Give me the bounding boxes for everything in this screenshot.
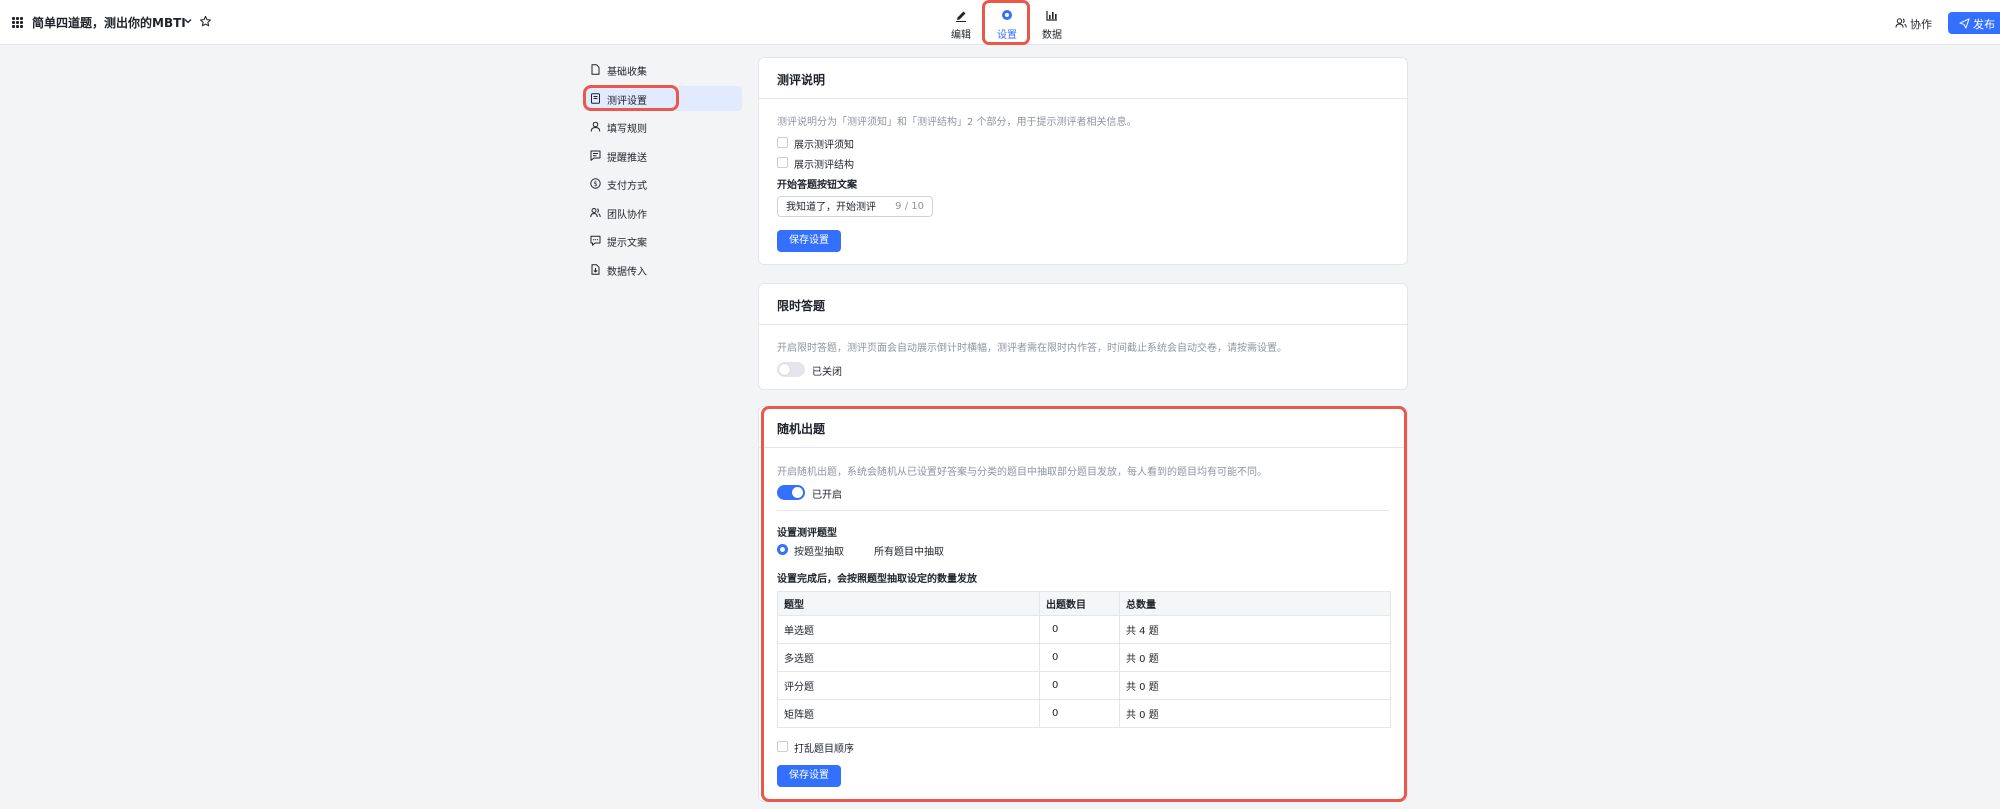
tab-data[interactable]: 数据	[1032, 0, 1072, 45]
save-settings-button[interactable]: 保存设置	[777, 230, 841, 252]
publish-button[interactable]: 发布	[1948, 12, 2000, 34]
sidebar-item-data-import[interactable]: 数据传入	[584, 257, 742, 282]
divider	[759, 324, 1407, 325]
sidebar-item-prompt-text[interactable]: 提示文案	[584, 228, 742, 253]
sidebar-item-fill-rules[interactable]: 填写规则	[584, 114, 742, 139]
checkbox-box[interactable]	[777, 157, 788, 168]
bar-chart-icon	[1046, 11, 1057, 21]
users-icon	[1895, 18, 1907, 28]
card-description: 测评说明分为「测评须知」和「测评结构」2 个部分，用于提示测评者相关信息。	[777, 117, 1137, 128]
sidebar-item-team-collab[interactable]: 团队协作	[584, 200, 742, 225]
sidebar-highlight	[583, 85, 679, 111]
settings-tab-highlight	[982, 0, 1030, 45]
tab-edit-label: 编辑	[951, 30, 971, 41]
random-card-highlight	[761, 406, 1407, 802]
timed-answer-card: 限时答题 开启限时答题，测评页面会自动展示倒计时横幅，测评者需在限时内作答，时间…	[758, 283, 1408, 390]
team-icon	[590, 208, 601, 218]
button-text-input-wrapper[interactable]: 9 / 10	[777, 196, 933, 217]
assessment-intro-card: 测评说明 测评说明分为「测评须知」和「测评结构」2 个部分，用于提示测评者相关信…	[758, 57, 1408, 265]
char-count: 9 / 10	[895, 201, 924, 212]
sidebar-item-reminder-push[interactable]: 提醒推送	[584, 143, 742, 168]
sidebar-item-label: 填写规则	[607, 124, 647, 135]
sidebar-item-label: 提醒推送	[607, 153, 647, 164]
checkbox-box[interactable]	[777, 137, 788, 148]
collab-button[interactable]: 协作	[1892, 14, 1940, 32]
card-title: 测评说明	[777, 73, 826, 87]
toggle-label: 已关闭	[812, 367, 842, 378]
apps-grid-icon[interactable]	[12, 17, 23, 28]
card-description: 开启限时答题，测评页面会自动展示倒计时横幅，测评者需在限时内作答，时间截止系统会…	[777, 343, 1287, 354]
button-text-label: 开始答题按钮文案	[777, 180, 857, 191]
sidebar-item-label: 提示文案	[607, 238, 647, 249]
star-icon[interactable]	[199, 15, 212, 28]
tab-data-label: 数据	[1042, 30, 1062, 41]
publish-label: 发布	[1973, 18, 1995, 31]
svg-text:$: $	[593, 180, 597, 188]
sidebar-item-basic-collection[interactable]: 基础收集	[584, 57, 742, 82]
collab-label: 协作	[1910, 18, 1932, 31]
dollar-icon: $	[590, 178, 601, 189]
sidebar-item-label: 支付方式	[607, 181, 647, 192]
send-icon	[1959, 18, 1970, 29]
chevron-down-icon[interactable]	[183, 16, 193, 26]
user-icon	[590, 121, 601, 132]
sidebar-item-label: 基础收集	[607, 67, 647, 78]
survey-title[interactable]: 简单四道题，测出你的MBTI	[32, 14, 186, 31]
file-icon	[591, 64, 600, 75]
message-icon	[590, 150, 601, 161]
divider	[759, 98, 1407, 99]
sidebar-item-label: 数据传入	[607, 267, 647, 278]
sidebar-item-label: 团队协作	[607, 210, 647, 221]
card-title: 限时答题	[777, 299, 826, 313]
sidebar-item-payment[interactable]: $ 支付方式	[584, 171, 742, 196]
top-bar: 简单四道题，测出你的MBTI 编辑 设置 数据 协作 发布	[0, 0, 2000, 45]
pen-icon	[956, 11, 966, 22]
checkbox-label: 展示测评须知	[794, 140, 854, 151]
import-icon	[591, 264, 600, 275]
chat-icon	[590, 235, 601, 246]
tab-edit[interactable]: 编辑	[941, 0, 981, 45]
checkbox-label: 展示测评结构	[794, 160, 854, 171]
timed-toggle[interactable]	[777, 362, 805, 377]
toggle-knob	[779, 364, 790, 375]
button-text-input[interactable]	[786, 200, 886, 211]
